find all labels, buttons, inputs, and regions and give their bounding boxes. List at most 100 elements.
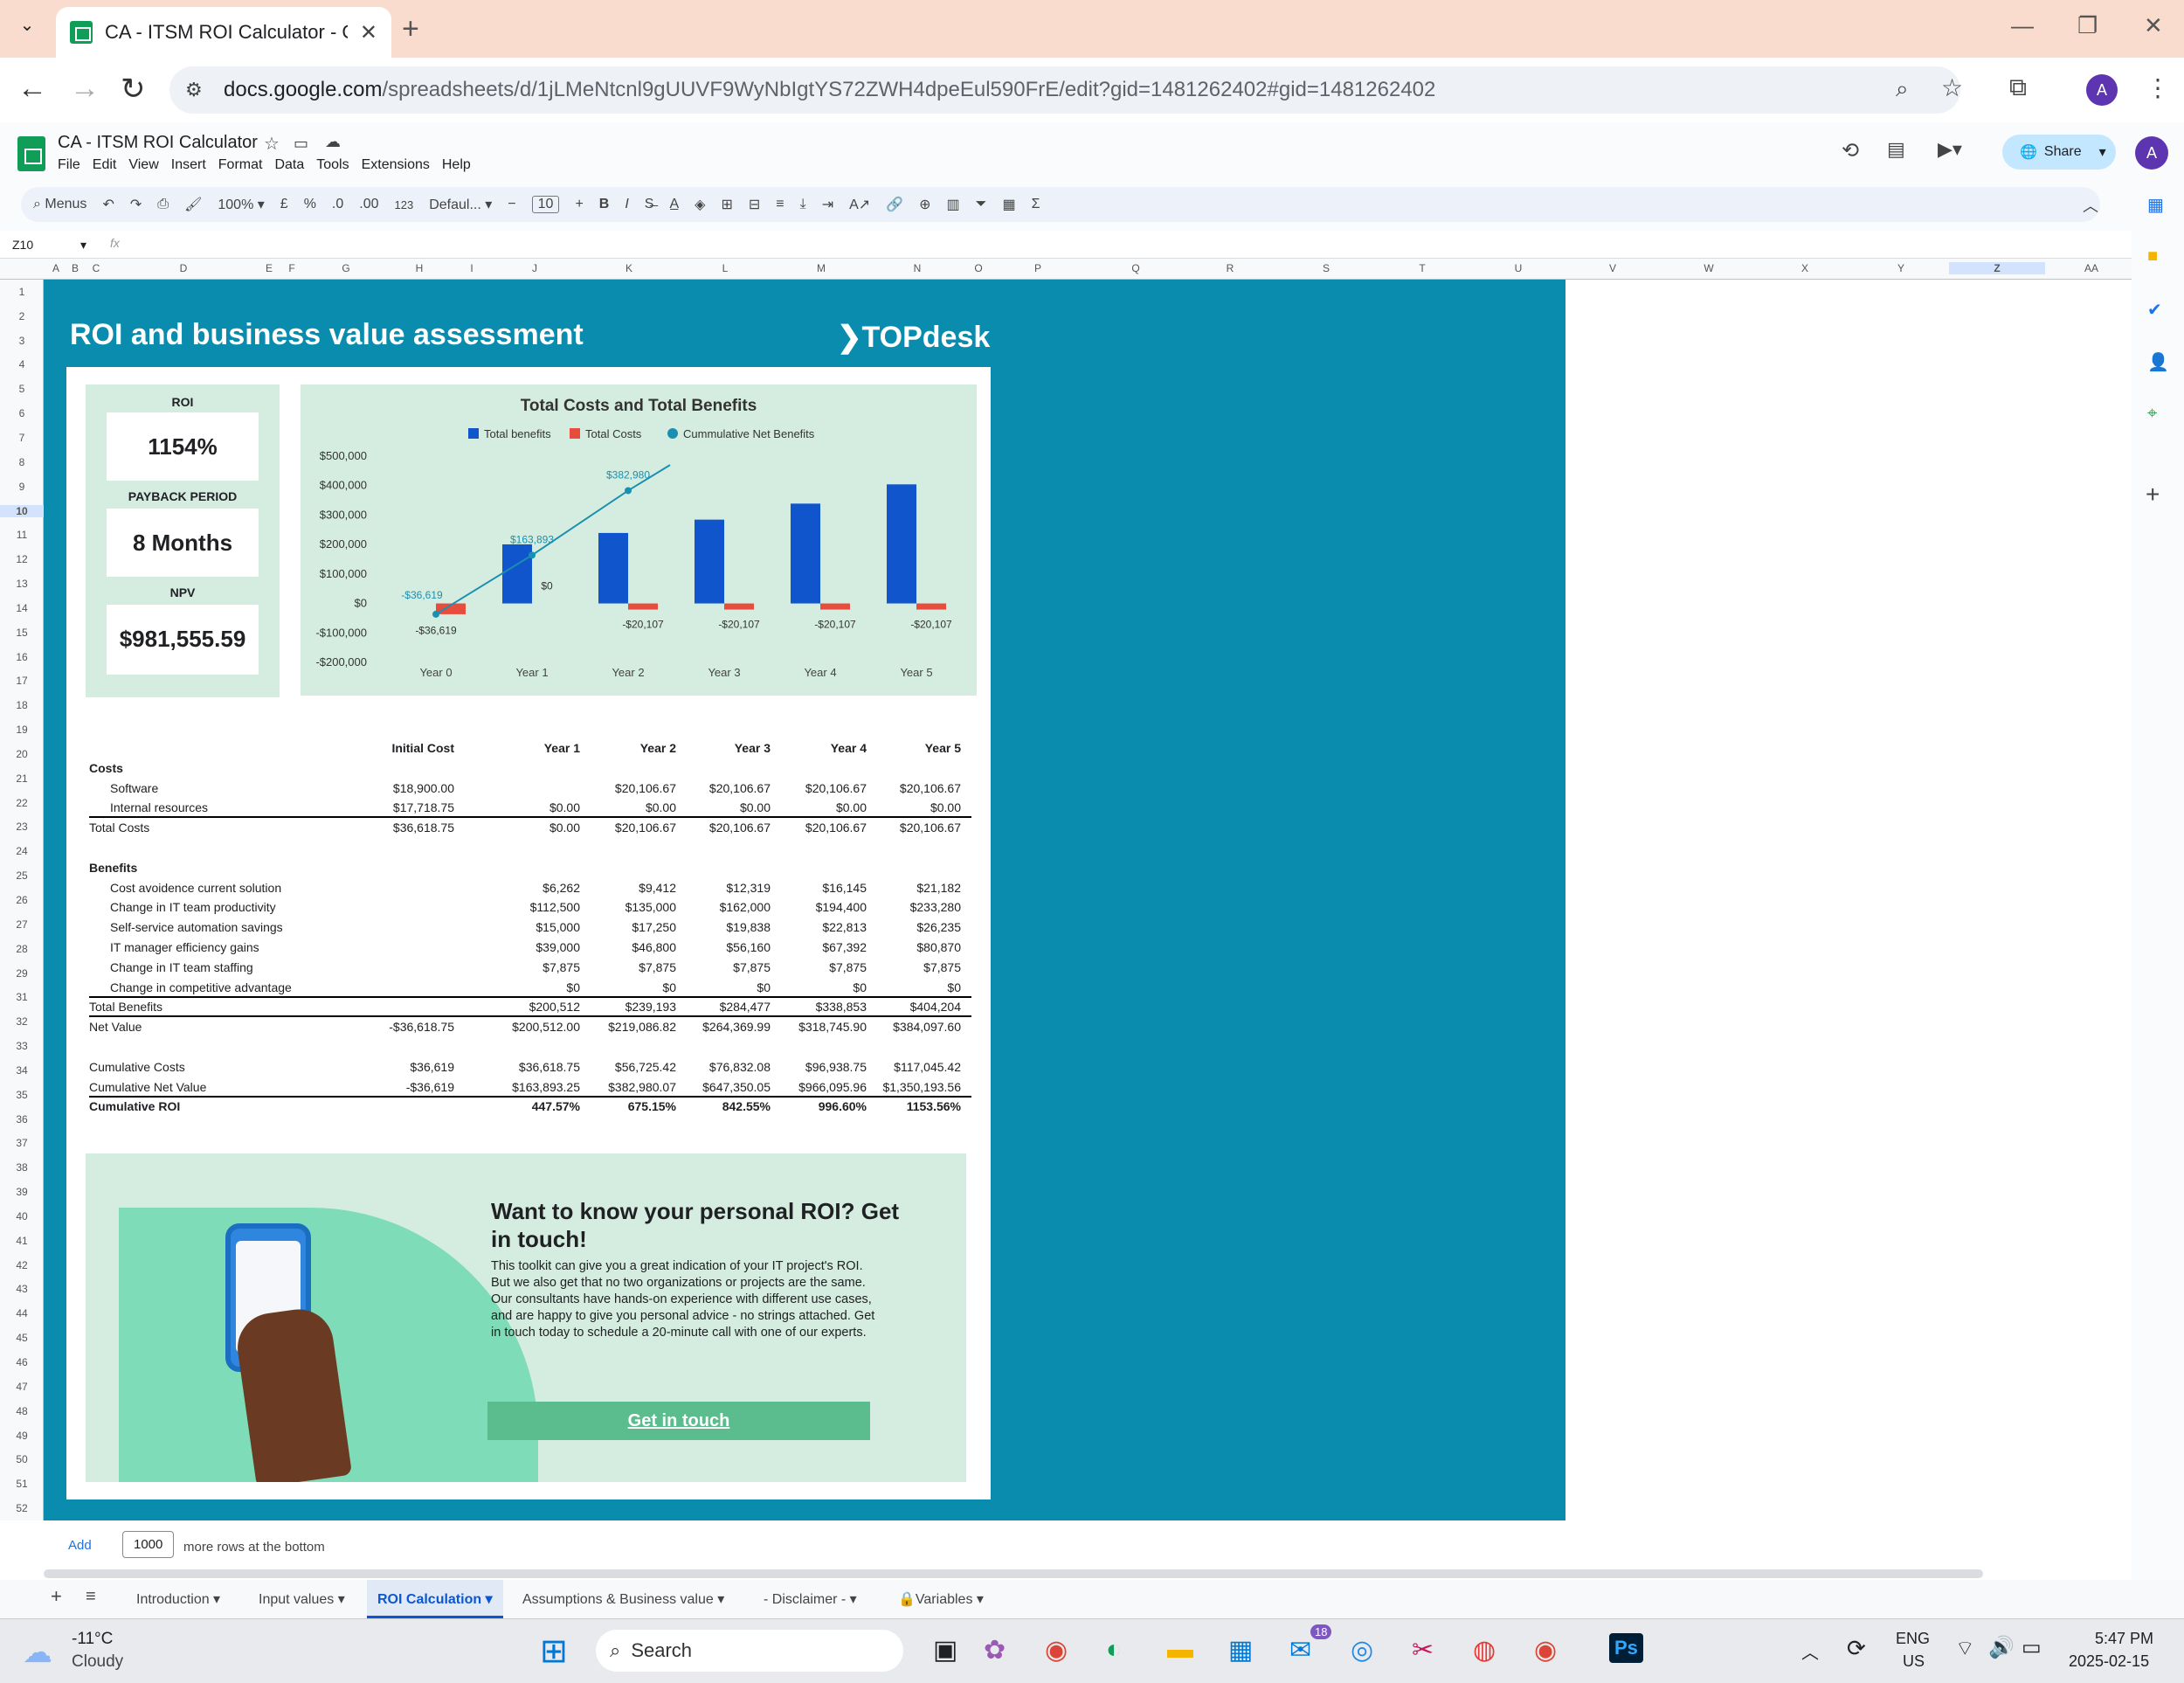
clock-date[interactable]: 2025-02-15 [2069,1652,2149,1671]
table-cell[interactable]: $0 [865,980,961,994]
document-title[interactable]: CA - ITSM ROI Calculator [58,133,258,153]
column-header[interactable]: X [1787,262,1822,274]
edge-icon[interactable]: ◐ [1106,1635,1122,1665]
table-cell[interactable]: $80,870 [865,940,961,954]
row-header[interactable]: 12 [0,553,44,565]
table-cell[interactable]: $17,250 [580,920,676,934]
table-cell[interactable]: $318,745.90 [771,1020,867,1034]
row-label[interactable]: Self-service automation savings [110,920,283,934]
table-cell[interactable]: $7,875 [484,960,580,974]
row-header[interactable]: 23 [0,821,44,833]
row-label[interactable]: Total Costs [89,821,149,835]
filter-icon[interactable]: ⏷ [976,197,987,212]
column-header[interactable]: S [1309,262,1344,274]
name-box-dropdown-icon[interactable]: ▾ [80,238,86,253]
table-cell[interactable]: $7,875 [865,960,961,974]
row-header[interactable]: 37 [0,1137,44,1149]
snipping-tool-icon[interactable]: ✂ [1412,1635,1434,1666]
row-label[interactable]: Change in IT team productivity [110,900,276,914]
comments-icon[interactable]: ▤ [1887,138,1905,161]
column-header[interactable]: J [517,262,552,274]
browser-tab[interactable]: CA - ITSM ROI Calculator - Goo ✕ [56,7,391,58]
row-header[interactable]: 2 [0,310,44,322]
table-cell[interactable]: $162,000 [674,900,771,914]
row-header[interactable]: 39 [0,1186,44,1198]
collapse-toolbar-icon[interactable]: ︿ [2083,194,2098,217]
table-cell[interactable]: $200,512 [484,1000,580,1014]
row-header[interactable]: 51 [0,1478,44,1490]
tab-introduction[interactable]: Introduction ▾ [136,1590,220,1608]
table-cell[interactable]: Year 4 [771,741,867,755]
font-size-increase-icon[interactable]: + [575,197,583,212]
table-cell[interactable]: $0.00 [484,821,580,835]
table-cell[interactable]: $233,280 [865,900,961,914]
file-explorer-icon[interactable]: ▬ [1167,1635,1193,1665]
row-label[interactable]: IT manager efficiency gains [110,940,259,954]
table-cell[interactable]: $17,718.75 [358,800,454,814]
table-cell[interactable]: $7,875 [580,960,676,974]
menu-help[interactable]: Help [442,157,471,173]
column-header[interactable]: AA [2074,262,2109,274]
battery-icon[interactable]: ▭ [2022,1635,2042,1660]
row-header[interactable]: 10 [0,504,44,517]
table-cell[interactable]: $117,045.42 [865,1060,961,1074]
table-cell[interactable]: $20,106.67 [865,821,961,835]
strikethrough-icon[interactable]: S̶ [645,197,654,212]
tab-variables[interactable]: 🔒Variables ▾ [898,1590,984,1608]
row-header[interactable]: 17 [0,675,44,687]
browser-menu-icon[interactable]: ⋮ [2146,73,2170,102]
column-header[interactable]: H [402,262,437,274]
functions-icon[interactable]: Σ [1032,197,1040,212]
fill-color-icon[interactable]: ◈ [695,196,705,213]
table-cell[interactable]: $0 [674,980,771,994]
table-cell[interactable]: Year 5 [865,741,961,755]
tab-disclaimer[interactable]: - Disclaimer - ▾ [764,1590,857,1608]
star-icon[interactable]: ☆ [264,133,280,155]
column-header[interactable]: M [804,262,839,274]
table-cell[interactable]: $0 [484,980,580,994]
table-cell[interactable]: $67,392 [771,940,867,954]
row-header[interactable]: 28 [0,943,44,955]
table-cell[interactable]: $20,106.67 [865,781,961,795]
menu-view[interactable]: View [128,157,158,173]
rotate-icon[interactable]: A↗ [849,196,870,213]
row-label[interactable]: Change in IT team staffing [110,960,253,974]
get-in-touch-button[interactable]: Get in touch [487,1402,870,1440]
table-cell[interactable]: 996.60% [771,1099,867,1113]
store-icon[interactable]: ▦ [1228,1635,1253,1666]
row-header[interactable]: 4 [0,358,44,371]
tasks-icon[interactable]: ✔ [2147,299,2162,321]
paint-format-icon[interactable]: 🖌 [184,196,202,213]
align-icon[interactable]: ≡ [776,197,784,212]
row-header[interactable]: 47 [0,1381,44,1393]
column-header[interactable]: O [961,262,996,274]
table-cell[interactable]: Year 2 [580,741,676,755]
table-cell[interactable]: $7,875 [771,960,867,974]
row-label[interactable]: Change in competitive advantage [110,980,292,994]
row-header[interactable]: 25 [0,869,44,882]
table-cell[interactable]: $20,106.67 [771,781,867,795]
bookmark-star-icon[interactable]: ☆ [1941,73,1963,102]
column-header[interactable]: G [328,262,363,274]
version-history-icon[interactable]: ⟲ [1842,138,1859,163]
row-header[interactable]: 8 [0,456,44,468]
table-cell[interactable]: $0.00 [484,800,580,814]
row-header[interactable]: 27 [0,918,44,931]
table-cell[interactable]: $404,204 [865,1000,961,1014]
menu-data[interactable]: Data [274,157,304,173]
horizontal-scrollbar[interactable] [44,1569,1983,1578]
column-header[interactable]: C [79,262,114,274]
minimize-icon[interactable]: — [2011,12,2034,39]
tab-input-values[interactable]: Input values ▾ [259,1590,345,1608]
table-cell[interactable]: 447.57% [484,1099,580,1113]
table-cell[interactable]: $20,106.67 [674,821,771,835]
row-header[interactable]: 9 [0,481,44,493]
move-folder-icon[interactable]: ▭ [294,135,308,153]
sync-icon[interactable]: ⟳ [1847,1635,1866,1662]
tab-assumptions[interactable]: Assumptions & Business value ▾ [522,1590,724,1608]
column-header[interactable]: I [454,262,489,274]
lang-2[interactable]: US [1903,1652,1925,1671]
table-cell[interactable]: $966,095.96 [771,1080,867,1094]
row-header[interactable]: 29 [0,967,44,980]
restore-icon[interactable]: ❐ [2077,12,2098,39]
